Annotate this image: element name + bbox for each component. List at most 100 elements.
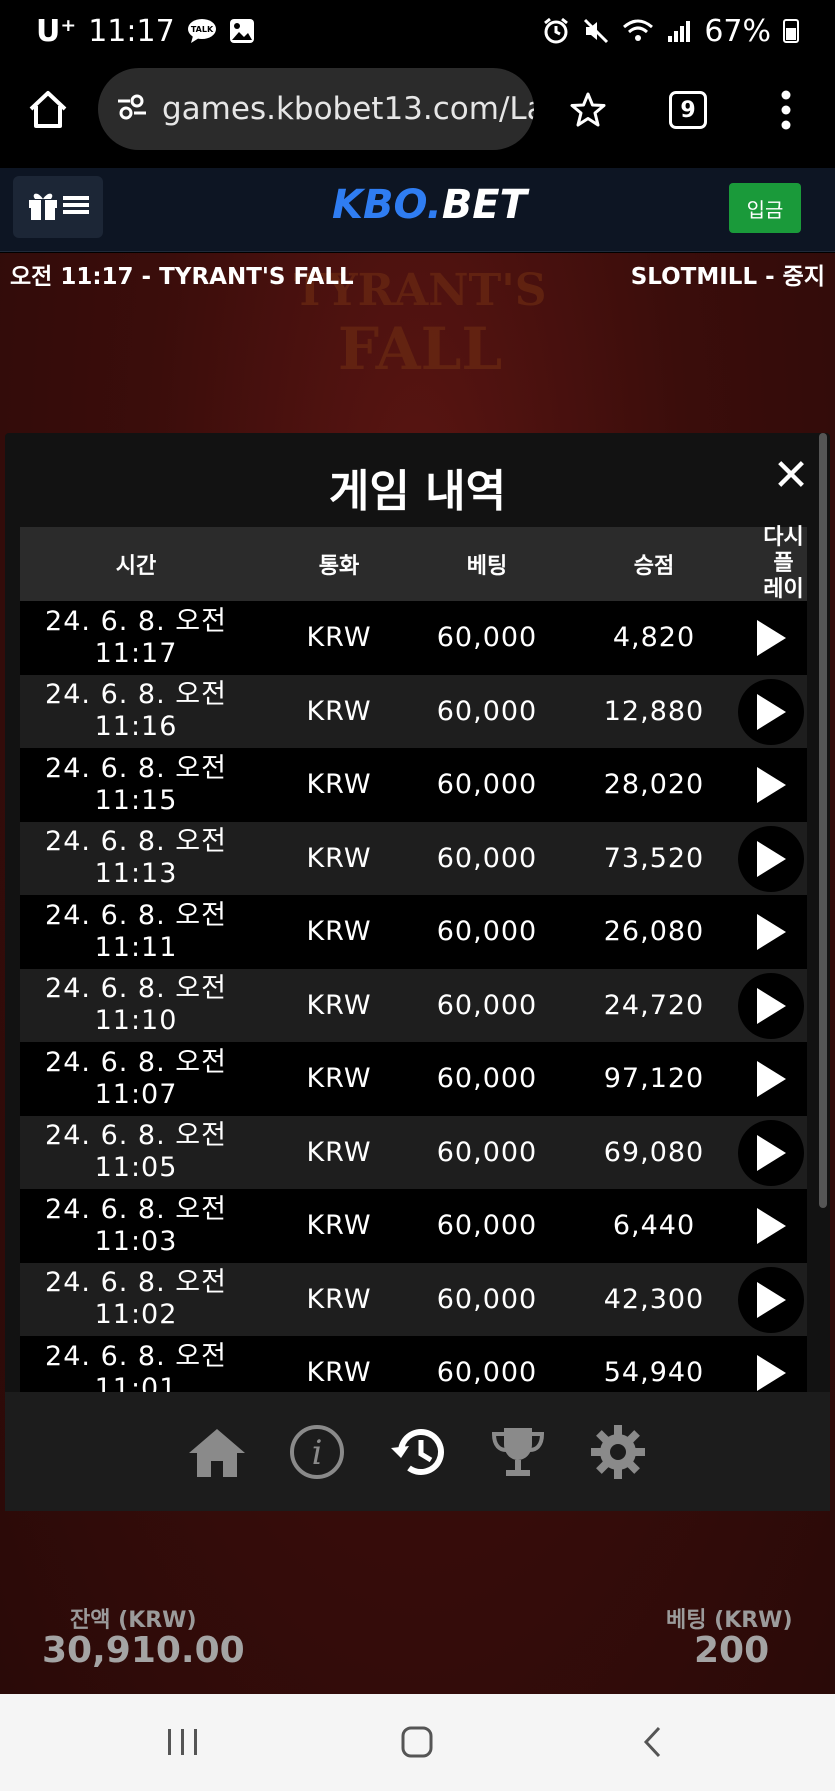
row-win: 54,940 xyxy=(603,1357,705,1389)
replay-play-icon[interactable] xyxy=(738,678,804,745)
row-bet: 60,000 xyxy=(436,842,538,874)
column-header-replay: 다시플 레이 xyxy=(763,525,804,602)
replay-play-icon[interactable] xyxy=(738,899,804,965)
row-replay xyxy=(757,748,807,821)
row-win: 12,880 xyxy=(603,695,705,727)
bet-amount-value: 200 xyxy=(694,1630,770,1671)
url-text: games.kbobet13.com/La xyxy=(162,91,534,127)
row-win: 42,300 xyxy=(603,1283,705,1315)
row-win: 26,080 xyxy=(603,916,705,948)
wifi-icon xyxy=(622,17,654,45)
gallery-icon xyxy=(229,18,255,44)
column-header-win: 승점 xyxy=(633,554,675,579)
replay-play-icon[interactable] xyxy=(738,605,804,671)
row-currency: KRW xyxy=(306,1136,372,1168)
row-time: 24. 6. 8. 오전 11:10 xyxy=(45,973,227,1037)
modal-scrollbar[interactable] xyxy=(819,433,827,1208)
row-win: 6,440 xyxy=(612,1210,696,1242)
row-time: 24. 6. 8. 오전 11:07 xyxy=(45,1046,227,1110)
row-win: 69,080 xyxy=(603,1136,705,1168)
gift-menu-button[interactable] xyxy=(13,176,103,238)
row-time: 24. 6. 8. 오전 11:13 xyxy=(45,826,227,890)
row-time: 24. 6. 8. 오전 11:11 xyxy=(45,899,227,963)
carrier-label: U⁺ xyxy=(36,13,77,49)
table-row: 24. 6. 8. 오전 11:05 KRW 60,000 69,080 xyxy=(20,1115,807,1189)
history-icon[interactable] xyxy=(387,1422,447,1482)
site-info-icon[interactable] xyxy=(116,93,148,125)
trophy-icon[interactable] xyxy=(488,1422,548,1482)
row-time: 24. 6. 8. 오전 11:17 xyxy=(45,605,227,669)
bookmark-star-icon[interactable] xyxy=(558,80,618,140)
recent-apps-icon[interactable] xyxy=(158,1722,208,1762)
row-replay xyxy=(738,1116,807,1189)
row-bet: 60,000 xyxy=(436,622,538,654)
row-bet: 60,000 xyxy=(436,695,538,727)
row-time: 24. 6. 8. 오전 11:15 xyxy=(45,752,227,816)
home-icon[interactable] xyxy=(18,80,78,140)
table-row: 24. 6. 8. 오전 11:11 KRW 60,000 26,080 xyxy=(20,895,807,969)
info-icon[interactable]: i xyxy=(287,1422,347,1482)
row-bet: 60,000 xyxy=(436,1136,538,1168)
close-icon[interactable]: ✕ xyxy=(768,453,814,499)
replay-play-icon[interactable] xyxy=(738,1193,804,1259)
row-currency: KRW xyxy=(306,1357,372,1389)
row-replay xyxy=(738,1263,807,1336)
tab-switcher-button[interactable]: 9 xyxy=(658,80,718,140)
row-win: 28,020 xyxy=(603,769,705,801)
row-bet: 60,000 xyxy=(436,916,538,948)
replay-play-icon[interactable] xyxy=(738,825,804,892)
column-header-bet: 베팅 xyxy=(466,554,508,579)
home-icon[interactable] xyxy=(187,1422,247,1482)
site-header: KBO.BET 입금 xyxy=(0,168,835,252)
row-win: 73,520 xyxy=(603,842,705,874)
table-row: 24. 6. 8. 오전 11:02 KRW 60,000 42,300 xyxy=(20,1262,807,1336)
replay-play-icon[interactable] xyxy=(738,972,804,1039)
svg-text:i: i xyxy=(312,1433,323,1473)
table-row: 24. 6. 8. 오전 11:13 KRW 60,000 73,520 xyxy=(20,821,807,895)
row-bet: 60,000 xyxy=(436,769,538,801)
talk-icon: TALK xyxy=(187,18,217,44)
row-time: 24. 6. 8. 오전 11:05 xyxy=(45,1120,227,1184)
column-header-time: 시간 xyxy=(115,554,157,579)
table-row: 24. 6. 8. 오전 11:15 KRW 60,000 28,020 xyxy=(20,748,807,822)
history-table: 시간 통화 베팅 승점 다시플 레이 24. 6. 8. 오전 11:17 KRW 60… xyxy=(20,525,807,1466)
menu-kebab-icon[interactable] xyxy=(756,80,816,140)
site-logo[interactable]: KBO.BET xyxy=(332,182,527,228)
signal-icon xyxy=(666,18,692,44)
svg-text:TALK: TALK xyxy=(191,25,214,34)
hamburger-icon xyxy=(63,194,89,220)
status-bar: U⁺ 11:17 TALK 67% xyxy=(0,0,835,62)
replay-play-icon[interactable] xyxy=(738,752,804,818)
row-bet: 60,000 xyxy=(436,1283,538,1315)
row-replay xyxy=(757,601,807,674)
row-currency: KRW xyxy=(306,622,372,654)
deposit-button[interactable]: 입금 xyxy=(729,183,801,233)
row-time: 24. 6. 8. 오전 11:03 xyxy=(45,1193,227,1257)
battery-percent: 67% xyxy=(704,13,771,49)
row-bet: 60,000 xyxy=(436,1063,538,1095)
replay-play-icon[interactable] xyxy=(738,1119,804,1186)
mute-icon xyxy=(582,17,610,45)
column-header-currency: 통화 xyxy=(318,554,360,579)
row-replay xyxy=(738,675,807,748)
tab-count: 9 xyxy=(669,91,707,129)
row-currency: KRW xyxy=(306,695,372,727)
row-currency: KRW xyxy=(306,842,372,874)
replay-play-icon[interactable] xyxy=(738,1046,804,1112)
row-currency: KRW xyxy=(306,1063,372,1095)
table-row: 24. 6. 8. 오전 11:03 KRW 60,000 6,440 xyxy=(20,1189,807,1263)
replay-play-icon[interactable] xyxy=(738,1266,804,1333)
row-replay xyxy=(738,822,807,895)
back-icon[interactable] xyxy=(628,1722,678,1762)
system-nav-bar xyxy=(0,1694,835,1791)
row-currency: KRW xyxy=(306,1283,372,1315)
row-currency: KRW xyxy=(306,769,372,801)
alarm-icon xyxy=(542,17,570,45)
address-bar[interactable]: games.kbobet13.com/La xyxy=(98,68,534,150)
settings-gear-icon[interactable] xyxy=(588,1422,648,1482)
home-nav-icon[interactable] xyxy=(392,1722,442,1762)
game-info-bar: 오전 11:17 - TYRANT'S FALL SLOTMILL - 중지 xyxy=(0,253,835,295)
table-row: 24. 6. 8. 오전 11:07 KRW 60,000 97,120 xyxy=(20,1042,807,1116)
row-replay xyxy=(757,1189,807,1262)
table-header: 시간 통화 베팅 승점 다시플 레이 xyxy=(20,525,807,602)
